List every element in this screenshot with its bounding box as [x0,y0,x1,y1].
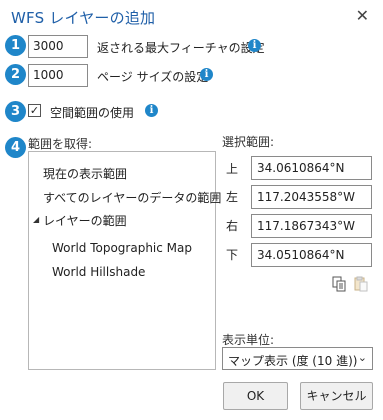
tree-item-layer-extent[interactable]: レイヤーの範囲 [43,212,127,229]
left-label: 左 [226,190,239,204]
dialog-title: WFS レイヤーの追加 [11,9,156,27]
extent-source-tree: 現在の表示範囲 すべてのレイヤーのデータの範囲 ◢ レイヤーの範囲 World … [28,151,221,370]
info-icon[interactable]: i [200,68,213,81]
paste-icon[interactable] [353,276,369,292]
right-coordinate-field[interactable]: 117.1867343°W [251,214,372,238]
step-badge-1: 1 [5,35,26,56]
tree-item-world-topographic-map[interactable]: World Topographic Map [52,241,192,255]
info-icon[interactable]: i [145,104,158,117]
display-units-value: マップ表示 (度 (10 進)) [228,354,358,368]
right-label: 右 [226,219,239,233]
tree-item-world-hillshade[interactable]: World Hillshade [52,265,145,279]
selected-extent-heading: 選択範囲: [222,135,275,149]
step-badge-4: 4 [5,137,26,158]
step-badge-2: 2 [5,64,26,85]
tree-item-all-layers-extent[interactable]: すべてのレイヤーのデータの範囲 [43,189,221,206]
title-bar: WFS レイヤーの追加 ✕ [0,0,383,34]
ok-button[interactable]: OK [223,382,288,410]
tree-item-current-extent[interactable]: 現在の表示範囲 [43,165,127,182]
page-size-label: ページ サイズの設定 [97,70,209,84]
close-icon[interactable]: ✕ [356,6,369,25]
top-label: 上 [226,162,239,176]
cancel-button[interactable]: キャンセル [300,382,373,410]
chevron-down-icon[interactable]: ⌄ [358,351,367,364]
max-features-label: 返される最大フィーチャの設定 [97,41,265,55]
info-icon[interactable]: i [248,39,261,52]
copy-icon[interactable] [331,276,347,292]
display-units-select[interactable]: マップ表示 (度 (10 進)) ⌄ [222,347,373,370]
page-size-input[interactable]: 1000 [28,64,88,87]
spatial-extent-label: 空間範囲の使用 [50,106,135,120]
left-coordinate-field[interactable]: 117.2043558°W [251,185,372,209]
spatial-extent-checkbox[interactable]: ✓ [28,104,41,117]
step-badge-3: 3 [5,101,26,122]
display-units-heading: 表示単位: [222,333,275,347]
top-coordinate-field[interactable]: 34.0610864°N [251,156,372,180]
triangle-expanded-icon[interactable]: ◢ [33,215,39,224]
bottom-coordinate-field[interactable]: 34.0510864°N [251,243,372,267]
extent-source-heading: 範囲を取得: [28,137,93,151]
max-features-input[interactable]: 3000 [28,35,88,58]
bottom-label: 下 [226,248,239,262]
